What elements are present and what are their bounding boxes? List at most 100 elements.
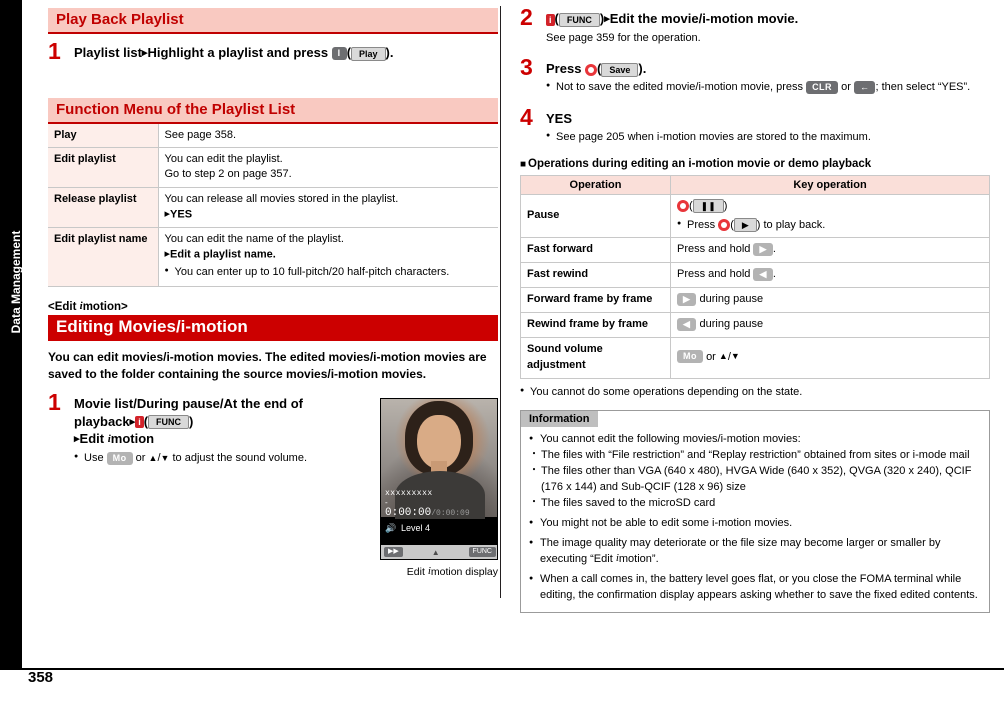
step-3-tail: . bbox=[642, 60, 647, 76]
table-row: Rewind frame by frame ◀ during pause bbox=[520, 311, 990, 338]
menu-key-release-playlist: Release playlist bbox=[48, 187, 159, 229]
table-row: Edit playlist You can edit the playlist.… bbox=[48, 147, 498, 189]
phone-level: Level 4 bbox=[401, 523, 430, 533]
step-number: 1 bbox=[48, 38, 61, 64]
info-sub-item: The files saved to the microSD card bbox=[529, 496, 981, 512]
step-number: 2 bbox=[520, 4, 533, 30]
triangle-down-icon: ▼ bbox=[160, 453, 170, 464]
key-multi-icon: Mo bbox=[106, 451, 133, 465]
op-pause-keys: (❚❚) Press (▶) to play back. bbox=[670, 193, 990, 239]
info-item: When a call comes in, the battery level … bbox=[529, 572, 981, 604]
section-title-playback: Play Back Playlist bbox=[48, 8, 498, 34]
table-row: Play See page 358. bbox=[48, 123, 498, 149]
triangle-up-icon: ▲ bbox=[718, 351, 728, 362]
table-row: Edit playlist name You can edit the name… bbox=[48, 227, 498, 287]
left-column: Play Back Playlist 1 Playlist list▸Highl… bbox=[48, 0, 498, 578]
phone-photo bbox=[381, 399, 497, 519]
phone-file-name: xxxxxxxxx bbox=[385, 489, 433, 498]
phone-time-current: 0:00:00 bbox=[385, 507, 432, 519]
spine-label: Data Management bbox=[9, 230, 23, 334]
menu-desc-text: You can edit the name of the playlist. bbox=[164, 233, 344, 246]
op-text: or bbox=[706, 350, 716, 363]
softkey-left[interactable]: ▶▶ bbox=[384, 547, 403, 557]
info-item: You might not be able to edit some i-mot… bbox=[529, 516, 981, 532]
step-2: 2 i(FUNC)▸Edit the movie/i-motion movie.… bbox=[520, 6, 990, 46]
footer-rule bbox=[0, 668, 1004, 670]
op-forward-frame: Forward frame by frame bbox=[520, 287, 671, 313]
key-right-icon: ▶ bbox=[677, 292, 697, 306]
phone-level-value: 4 bbox=[425, 523, 431, 533]
triangle-up-icon: ▲ bbox=[148, 453, 158, 464]
imotion-icon: i bbox=[615, 551, 619, 564]
table-header-row: Operation Key operation bbox=[520, 174, 990, 195]
info-item: The image quality may deteriorate or the… bbox=[529, 536, 981, 568]
info-sub-item: The files other than VGA (640 x 480), HV… bbox=[529, 464, 981, 496]
op-text: Press and hold bbox=[677, 268, 751, 281]
softkey-middle-icon[interactable]: ▲ bbox=[432, 548, 440, 557]
softkey-right-func[interactable]: FUNC bbox=[468, 547, 496, 557]
menu-desc-sub: ▸YES bbox=[165, 207, 493, 222]
op-forward-frame-keys: ▶ during pause bbox=[670, 287, 990, 313]
information-body: You cannot edit the following movies/i-m… bbox=[521, 427, 989, 611]
key-clr-icon: CLR bbox=[806, 81, 839, 95]
page-spine: Data Management bbox=[0, 0, 23, 668]
op-text: during pause bbox=[699, 293, 764, 306]
op-fast-forward-keys: Press and hold ▶. bbox=[670, 237, 990, 264]
op-pause-note: Press (▶) to play back. bbox=[677, 217, 983, 233]
step-4-bullet: See page 205 when i-motion movies are st… bbox=[546, 130, 990, 145]
table-row: Forward frame by frame ▶ during pause bbox=[520, 287, 990, 313]
step-3-label: Press bbox=[546, 60, 582, 76]
step-number: 4 bbox=[520, 103, 533, 130]
operations-heading: Operations during editing an i-motion mo… bbox=[520, 158, 990, 170]
key-left-icon: ◀ bbox=[677, 317, 697, 331]
step-tail: . bbox=[389, 45, 394, 60]
col-header-operation: Operation bbox=[520, 174, 671, 195]
menu-key-edit-playlist-name: Edit playlist name bbox=[48, 227, 159, 287]
info-item: You cannot edit the following movies/i-m… bbox=[529, 432, 981, 448]
imotion-icon: i bbox=[79, 299, 83, 312]
function-menu-table: Play See page 358. Edit playlist You can… bbox=[48, 123, 498, 287]
phone-time: 0:00:00/0:00:09 bbox=[385, 507, 470, 519]
phone-caption: Edit imotion display bbox=[406, 565, 498, 578]
softkey-pause: ❚❚ bbox=[692, 198, 724, 213]
softkey-func: FUNC bbox=[148, 415, 190, 430]
step-number: 3 bbox=[520, 53, 533, 80]
softkey-func: FUNC bbox=[558, 12, 600, 27]
section-title-function-menu: Function Menu of the Playlist List bbox=[48, 97, 498, 124]
menu-sub-label: YES bbox=[170, 208, 193, 221]
op-text: during pause bbox=[699, 317, 764, 330]
step-text: Playlist list▸Highlight a playlist and p… bbox=[74, 45, 394, 61]
menu-desc-text: You can release all movies stored in the… bbox=[164, 193, 399, 206]
op-rewind-frame-keys: ◀ during pause bbox=[670, 311, 990, 338]
key-center-icon bbox=[585, 63, 598, 76]
step-1-playback: 1 Playlist list▸Highlight a playlist and… bbox=[48, 40, 498, 63]
information-box: Information You cannot edit the followin… bbox=[520, 410, 990, 613]
step-3-bullet: Not to save the edited movie/i-motion mo… bbox=[546, 80, 990, 95]
edit-heading-angle: <Edit imotion> bbox=[48, 299, 128, 313]
key-right-icon: ▶ bbox=[753, 242, 773, 256]
speaker-icon: 🔊 bbox=[385, 523, 397, 533]
triangle-down-icon: ▼ bbox=[730, 351, 740, 362]
menu-desc-sub: ▸Edit a playlist name. bbox=[165, 247, 493, 262]
step-2-sub: See page 359 for the operation. bbox=[546, 31, 701, 44]
key-left-icon: ◀ bbox=[753, 267, 773, 281]
menu-desc-edit-playlist-name: You can edit the name of the playlist. ▸… bbox=[158, 227, 498, 287]
phone-screenshot: xxxxxxxxx - 0:00:00/0:00:09 🔊 Level 4 ▶▶… bbox=[380, 398, 498, 560]
step-line-2: playback bbox=[74, 413, 130, 429]
key-i-icon: i bbox=[546, 13, 555, 26]
step-text: i(FUNC)▸Edit the movie/i-motion movie. bbox=[546, 10, 990, 28]
info-sub-item: The files with “File restriction” and “R… bbox=[529, 448, 981, 464]
menu-key-edit-playlist: Edit playlist bbox=[48, 147, 159, 189]
key-i-icon: i bbox=[135, 416, 144, 429]
edit-intro-text: You can edit movies/i-motion movies. The… bbox=[48, 349, 487, 381]
menu-desc-play: See page 358. bbox=[158, 123, 498, 149]
information-title: Information bbox=[521, 411, 598, 428]
step-line-1: Movie list/During pause/At the end of bbox=[74, 396, 303, 412]
step-text-b: Highlight a playlist and press bbox=[147, 45, 329, 60]
table-row: Pause (❚❚) Press (▶) to play back. bbox=[520, 193, 990, 239]
operations-note: You cannot do some operations depending … bbox=[520, 385, 990, 400]
step-text-a: Playlist list bbox=[74, 45, 142, 60]
step-4-head: YES bbox=[546, 110, 573, 126]
phone-time-total: /0:00:09 bbox=[431, 509, 470, 518]
right-column: 2 i(FUNC)▸Edit the movie/i-motion movie.… bbox=[520, 0, 990, 613]
